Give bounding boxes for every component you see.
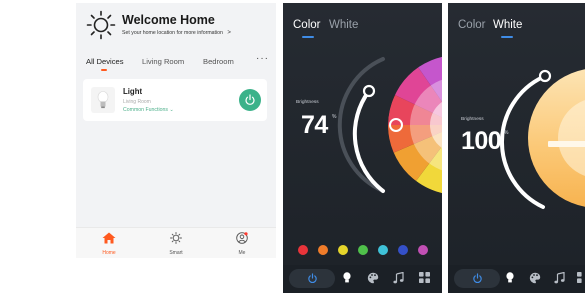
location-prompt-text: Set your home location for more informat… xyxy=(122,30,223,36)
common-functions-link[interactable]: Common Functions ⌄ xyxy=(123,107,174,113)
home-icon xyxy=(102,232,116,244)
home-screen: Welcome Home Set your home location for … xyxy=(76,3,276,258)
location-prompt[interactable]: Set your home location for more informat… xyxy=(122,30,231,36)
swatch-green[interactable] xyxy=(358,245,368,255)
grid-icon[interactable] xyxy=(419,272,430,283)
nav-me[interactable]: Me xyxy=(222,231,262,256)
bulb-icon xyxy=(97,91,109,109)
page-title: Welcome Home xyxy=(122,13,215,27)
palette-icon[interactable] xyxy=(367,272,379,284)
nav-home[interactable]: Home xyxy=(89,231,129,256)
brightness-handle[interactable] xyxy=(362,84,376,98)
power-icon xyxy=(244,94,256,106)
color-swatches xyxy=(297,244,437,256)
nav-me-label: Me xyxy=(238,250,246,256)
swatch-purple[interactable] xyxy=(418,245,428,255)
more-icon[interactable]: ··· xyxy=(256,53,269,64)
power-icon xyxy=(307,273,318,284)
bulb-icon[interactable] xyxy=(506,272,514,284)
swatch-orange[interactable] xyxy=(318,245,328,255)
tab-active-indicator xyxy=(101,69,107,71)
power-button[interactable] xyxy=(289,269,335,288)
brightness-handle[interactable] xyxy=(538,69,552,83)
tab-all-devices[interactable]: All Devices xyxy=(86,57,124,66)
music-icon[interactable] xyxy=(393,272,404,284)
person-icon xyxy=(236,232,248,244)
tab-bedroom[interactable]: Bedroom xyxy=(203,57,234,66)
sun-icon xyxy=(86,10,116,40)
palette-icon[interactable] xyxy=(529,272,541,284)
grid-icon[interactable] xyxy=(577,272,585,283)
power-icon xyxy=(472,273,483,284)
white-control-screen: Color White Brightness 100 % xyxy=(448,3,585,293)
device-card[interactable]: Light Living Room Common Functions ⌄ xyxy=(83,79,267,121)
nav-home-label: Home xyxy=(102,250,116,256)
nav-smart[interactable]: Smart xyxy=(156,231,196,256)
swatch-cyan[interactable] xyxy=(378,245,388,255)
power-button[interactable] xyxy=(454,269,500,288)
chevron-right-icon: > xyxy=(227,30,231,36)
white-picker-handle[interactable] xyxy=(548,141,585,147)
bottom-nav: Home Smart Me xyxy=(76,227,276,258)
device-power-button[interactable] xyxy=(239,89,261,111)
brightness-unit: % xyxy=(504,130,509,136)
chevron-down-icon: ⌄ xyxy=(169,107,174,113)
swatch-red[interactable] xyxy=(298,245,308,255)
brightness-arc-track xyxy=(337,57,385,193)
music-icon[interactable] xyxy=(554,272,565,284)
brightness-value: 74 xyxy=(301,111,328,139)
sun-icon xyxy=(170,232,182,244)
brightness-value: 100 xyxy=(461,127,502,155)
common-functions-label: Common Functions xyxy=(123,107,168,113)
brightness-label: Brightness xyxy=(461,117,484,122)
color-control-screen: Color White Brightness 74 % xyxy=(283,3,442,293)
brightness-label: Brightness xyxy=(296,100,319,105)
control-dock xyxy=(448,265,585,293)
bulb-icon[interactable] xyxy=(343,272,351,284)
nav-smart-label: Smart xyxy=(169,250,183,256)
device-thumbnail xyxy=(91,87,115,113)
swatch-yellow[interactable] xyxy=(338,245,348,255)
device-name: Light xyxy=(123,87,143,96)
brightness-unit: % xyxy=(332,114,337,120)
device-room: Living Room xyxy=(123,99,151,105)
control-dock xyxy=(283,265,442,293)
tab-living-room[interactable]: Living Room xyxy=(142,57,184,66)
swatch-blue[interactable] xyxy=(398,245,408,255)
